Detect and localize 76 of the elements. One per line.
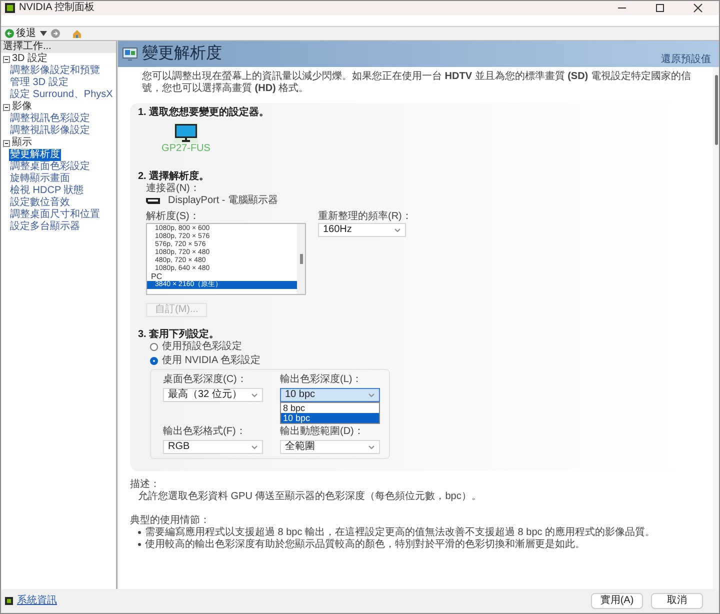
collapse-icon[interactable] [3,140,10,146]
close-icon[interactable] [693,3,703,13]
scrollbar[interactable] [297,224,305,294]
sidebar-category[interactable]: 顯示 [12,137,32,149]
output-color-depth-dropdown[interactable]: 10 bpc [280,388,380,402]
chevron-down-icon [394,228,401,232]
usage-item: 使用較高的輸出色彩深度有助於您顯示品質較高的顏色，特別對於平滑的色彩切換和漸層更是如此。 [145,539,585,551]
sidebar-item[interactable]: 設定多台顯示器 [9,221,81,233]
chevron-down-icon [251,444,258,450]
dialog-button[interactable]: 取消 [651,593,703,609]
chevron-down-icon [368,444,375,450]
back-button[interactable]: 後退 [5,28,36,38]
description-text: 允許您選取色彩資料 GPU 傳送至顯示器的色彩深度（每色頻位元數，bpc）。 [137,491,482,503]
display-name: GP27-FUS [162,143,210,155]
field-label: 輸出色彩深度(L)： [280,374,364,386]
sidebar-category[interactable]: 3D 設定 [12,53,48,65]
window-title: NVIDIA 控制面板 [19,3,95,13]
step-heading: 3. 套用下列設定。 [138,329,220,340]
sidebar-header: 選擇工作... [1,41,116,53]
list-group-header: PC [150,273,164,281]
desktop-color-depth-dropdown[interactable]: 最高（32 位元） [163,388,263,402]
sidebar-item[interactable]: 檢視 HDCP 狀態 [9,185,85,197]
bullet-icon [138,531,141,534]
collapse-icon[interactable] [3,104,10,110]
connector-name: DisplayPort - 電腦顯示器 [168,195,278,207]
field-label: 輸出動態範圍(D)： [280,426,365,438]
system-info-link[interactable]: 系統資訊 [17,596,57,606]
refresh-rate-dropdown[interactable]: 160Hz [318,223,406,237]
monitor-icon[interactable] [174,123,198,143]
field-label: 重新整理的頻率(R)： [318,211,412,223]
back-arrow-icon [5,29,14,38]
usage-heading: 典型的使用情節： [130,515,211,526]
description-heading: 描述： [130,479,161,490]
field-label: 輸出色彩格式(F)： [163,426,247,438]
system-info-icon [5,597,13,605]
sidebar-item[interactable]: 設定 Surround、PhysX [9,89,114,101]
field-label: 桌面色彩深度(C)： [163,374,248,386]
sidebar-item[interactable]: 調整視訊色彩設定 [9,113,91,125]
step-heading: 2. 選擇解析度。 [138,171,210,182]
home-icon[interactable] [72,28,82,38]
output-color-format-dropdown[interactable]: RGB [163,440,263,454]
sidebar-item[interactable]: 調整視訊影像設定 [9,125,91,137]
caret-icon[interactable] [40,31,47,36]
scrollbar[interactable] [713,67,719,589]
radio-button[interactable] [150,343,158,351]
dropdown-option[interactable]: 8 bpc [281,403,379,413]
sidebar-item[interactable]: 調整桌面色彩設定 [9,161,91,173]
sidebar-item[interactable]: 旋轉顯示畫面 [9,173,71,185]
dropdown-option[interactable]: 10 bpc [281,413,379,423]
radio-button[interactable] [150,357,158,365]
sidebar-item[interactable]: 調整桌面尺寸和位置 [9,209,101,221]
usage-item: 需要編寫應用程式以支援超過 8 bpc 輸出，在這裡設定更高的值無法改善不支援超過 8 bpc 的應用程式的影像品質。 [145,527,656,538]
bullet-icon [138,543,141,546]
radio-label: 使用 NVIDIA 色彩設定 [162,355,260,367]
intro-text: 您可以調整出現在螢幕上的資訊量以減少閃爍。如果您正在使用一台 HDTV 並且為您的標準畫質 (SD) 電視設定特定國家的信號，您也可以選擇高畫質 (HD) 格式。 [141,71,692,95]
restore-defaults-link[interactable]: 還原預設值 [661,54,711,66]
display-settings-icon [122,47,138,61]
page-title: 變更解析度 [142,46,222,62]
field-label: 解析度(S)： [146,211,200,223]
maximize-icon[interactable] [655,3,665,13]
sidebar-item[interactable]: 設定數位音效 [9,197,71,209]
sidebar-item[interactable]: 調整影像設定和預覽 [9,65,101,77]
sidebar-item[interactable]: 變更解析度 [9,149,61,161]
app-logo-icon [5,3,15,13]
chevron-down-icon [251,392,258,398]
sidebar-category[interactable]: 影像 [12,101,32,113]
dynamic-range-dropdown[interactable]: 全範圍 [280,440,380,454]
displayport-icon [146,198,160,204]
collapse-icon[interactable] [3,56,10,62]
radio-label: 使用預設色彩設定 [162,341,242,353]
dialog-button[interactable]: 實用(A) [591,593,643,609]
step-heading: 1. 選取您想要變更的設定器。 [138,107,270,119]
sidebar-item[interactable]: 管理 3D 設定 [9,77,70,89]
forward-arrow-icon[interactable] [51,29,60,38]
field-label: 連接器(N)： [146,183,201,195]
chevron-down-icon [368,392,375,398]
